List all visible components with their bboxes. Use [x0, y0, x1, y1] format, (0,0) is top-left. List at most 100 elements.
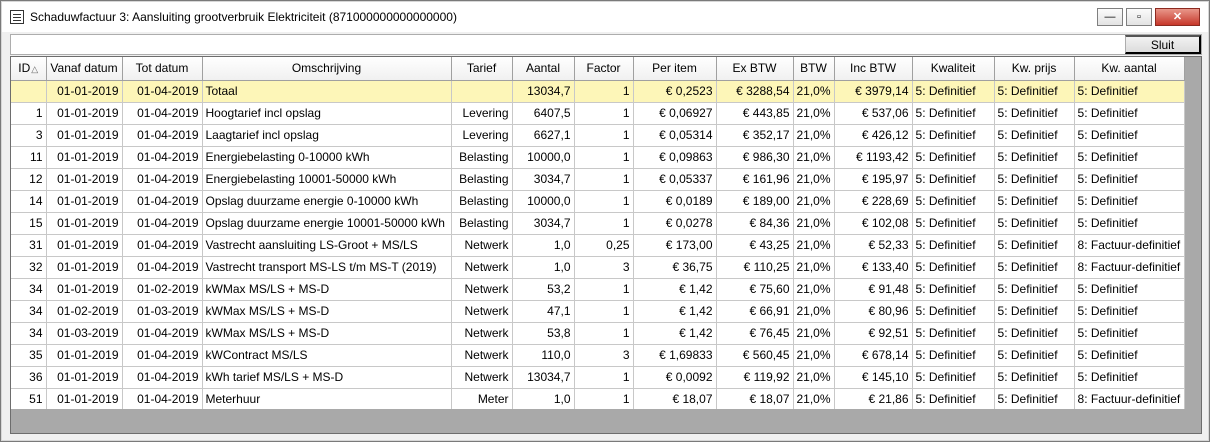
column-header-vanaf-datum[interactable]: Vanaf datum	[46, 57, 123, 81]
invoice-grid[interactable]: ID△ Vanaf datum Tot datum Omschrijving Tarie…	[10, 56, 1202, 434]
cell-kw-aantal: 5: Definitief	[1074, 168, 1185, 191]
column-header-label: BTW	[800, 61, 827, 76]
maximize-button[interactable]: ▫	[1126, 8, 1152, 26]
cell-tot-datum: 01-02-2019	[122, 278, 203, 301]
cell-inc-btw: € 1193,42	[834, 146, 913, 169]
cell-ex-btw: € 110,25	[716, 256, 794, 279]
table-row[interactable]: 3 01-01-2019 01-04-2019 Laagtarief incl ops…	[11, 124, 1185, 147]
cell-factor: 1	[574, 80, 634, 103]
cell-kw-prijs: 5: Definitief	[994, 256, 1075, 279]
cell-inc-btw: € 195,97	[834, 168, 913, 191]
column-header-id[interactable]: ID△	[11, 57, 47, 81]
column-header-factor[interactable]: Factor	[574, 57, 634, 81]
cell-kwaliteit: 5: Definitief	[912, 322, 995, 345]
cell-kwaliteit: 5: Definitief	[912, 124, 995, 147]
cell-inc-btw: € 133,40	[834, 256, 913, 279]
column-header-kw-prijs[interactable]: Kw. prijs	[994, 57, 1075, 81]
cell-per-item: € 0,0278	[633, 212, 717, 235]
cell-kw-aantal: 5: Definitief	[1074, 80, 1185, 103]
table-row[interactable]: 32 01-01-2019 01-04-2019 Vastrecht transpor…	[11, 256, 1185, 279]
table-row[interactable]: 34 01-03-2019 01-04-2019 kWMax MS/LS + MS-D…	[11, 322, 1185, 345]
cell-id: 32	[11, 256, 47, 279]
cell-aantal: 110,0	[512, 344, 575, 367]
cell-aantal: 10000,0	[512, 146, 575, 169]
column-header-inc-btw[interactable]: Inc BTW	[834, 57, 913, 81]
column-header-omschrijving[interactable]: Omschrijving	[202, 57, 452, 81]
table-row[interactable]: 34 01-01-2019 01-02-2019 kWMax MS/LS + MS-D…	[11, 278, 1185, 301]
cell-tot-datum: 01-04-2019	[122, 366, 203, 389]
cell-kw-aantal: 5: Definitief	[1074, 322, 1185, 345]
cell-omschrijving: Totaal	[202, 80, 452, 103]
close-window-button[interactable]: ✕	[1155, 8, 1200, 26]
sluit-button[interactable]: Sluit	[1125, 35, 1201, 54]
cell-factor: 1	[574, 146, 634, 169]
cell-aantal: 53,8	[512, 322, 575, 345]
column-header-label: Tot datum	[135, 61, 189, 76]
cell-tot-datum: 01-03-2019	[122, 300, 203, 323]
cell-btw: 21,0%	[793, 366, 835, 389]
cell-aantal: 1,0	[512, 256, 575, 279]
cell-tot-datum: 01-04-2019	[122, 146, 203, 169]
cell-inc-btw: € 21,86	[834, 388, 913, 411]
minimize-button[interactable]: —	[1097, 8, 1123, 26]
table-row[interactable]: 1 01-01-2019 01-04-2019 Hoogtarief incl ops…	[11, 102, 1185, 125]
cell-ex-btw: € 443,85	[716, 102, 794, 125]
column-header-ex-btw[interactable]: Ex BTW	[716, 57, 794, 81]
cell-tot-datum: 01-04-2019	[122, 80, 203, 103]
cell-tarief: Netwerk	[451, 278, 513, 301]
cell-tarief: Levering	[451, 102, 513, 125]
cell-factor: 1	[574, 124, 634, 147]
cell-inc-btw: € 80,96	[834, 300, 913, 323]
column-header-kwaliteit[interactable]: Kwaliteit	[912, 57, 995, 81]
column-header-tarief[interactable]: Tarief	[451, 57, 513, 81]
cell-per-item: € 18,07	[633, 388, 717, 411]
cell-kw-prijs: 5: Definitief	[994, 102, 1075, 125]
table-row[interactable]: 12 01-01-2019 01-04-2019 Energiebelasting 1…	[11, 168, 1185, 191]
table-row[interactable]: 36 01-01-2019 01-04-2019 kWh tarief MS/LS +…	[11, 366, 1185, 389]
table-row[interactable]: 14 01-01-2019 01-04-2019 Opslag duurzame en…	[11, 190, 1185, 213]
cell-id: 36	[11, 366, 47, 389]
column-header-per-item[interactable]: Per item	[633, 57, 717, 81]
cell-kw-prijs: 5: Definitief	[994, 322, 1075, 345]
cell-kw-prijs: 5: Definitief	[994, 300, 1075, 323]
cell-tarief: Belasting	[451, 212, 513, 235]
cell-vanaf-datum: 01-02-2019	[46, 300, 123, 323]
column-header-btw[interactable]: BTW	[793, 57, 835, 81]
table-row[interactable]: 35 01-01-2019 01-04-2019 kWContract MS/LS Ne…	[11, 344, 1185, 367]
cell-kw-prijs: 5: Definitief	[994, 234, 1075, 257]
table-row[interactable]: 11 01-01-2019 01-04-2019 Energiebelasting 0…	[11, 146, 1185, 169]
cell-tarief: Netwerk	[451, 300, 513, 323]
cell-factor: 1	[574, 212, 634, 235]
cell-omschrijving: kWContract MS/LS	[202, 344, 452, 367]
cell-btw: 21,0%	[793, 322, 835, 345]
grid-empty-area	[11, 409, 1201, 433]
cell-vanaf-datum: 01-01-2019	[46, 102, 123, 125]
cell-per-item: € 0,05337	[633, 168, 717, 191]
cell-tarief: Netwerk	[451, 344, 513, 367]
cell-vanaf-datum: 01-01-2019	[46, 388, 123, 411]
cell-kw-prijs: 5: Definitief	[994, 388, 1075, 411]
cell-per-item: € 0,2523	[633, 80, 717, 103]
table-row[interactable]: 34 01-02-2019 01-03-2019 kWMax MS/LS + MS-D…	[11, 300, 1185, 323]
column-header-label: ID	[18, 61, 31, 76]
column-header-kw-aantal[interactable]: Kw. aantal	[1074, 57, 1185, 81]
cell-omschrijving: Energiebelasting 10001-50000 kWh	[202, 168, 452, 191]
title-bar[interactable]: Schaduwfactuur 3: Aansluiting grootverbr…	[2, 2, 1208, 32]
table-row[interactable]: 31 01-01-2019 01-04-2019 Vastrecht aansluit…	[11, 234, 1185, 257]
cell-kw-aantal: 8: Factuur-definitief	[1074, 234, 1185, 257]
cell-kw-prijs: 5: Definitief	[994, 212, 1075, 235]
table-row[interactable]: 15 01-01-2019 01-04-2019 Opslag duurzame en…	[11, 212, 1185, 235]
column-header-aantal[interactable]: Aantal	[512, 57, 575, 81]
cell-omschrijving: Vastrecht aansluiting LS-Groot + MS/LS	[202, 234, 452, 257]
cell-tot-datum: 01-04-2019	[122, 102, 203, 125]
cell-kw-aantal: 8: Factuur-definitief	[1074, 256, 1185, 279]
table-row[interactable]: 51 01-01-2019 01-04-2019 Meterhuur Meter 1,0 1…	[11, 388, 1185, 411]
cell-ex-btw: € 75,60	[716, 278, 794, 301]
total-row[interactable]: 01-01-2019 01-04-2019 Totaal 13034,7 1 € 0,25…	[11, 80, 1185, 103]
cell-kwaliteit: 5: Definitief	[912, 300, 995, 323]
column-header-tot-datum[interactable]: Tot datum	[122, 57, 203, 81]
column-header-label: Inc BTW	[850, 61, 897, 76]
cell-omschrijving: kWMax MS/LS + MS-D	[202, 300, 452, 323]
cell-vanaf-datum: 01-01-2019	[46, 234, 123, 257]
app-form-icon[interactable]	[10, 10, 24, 24]
